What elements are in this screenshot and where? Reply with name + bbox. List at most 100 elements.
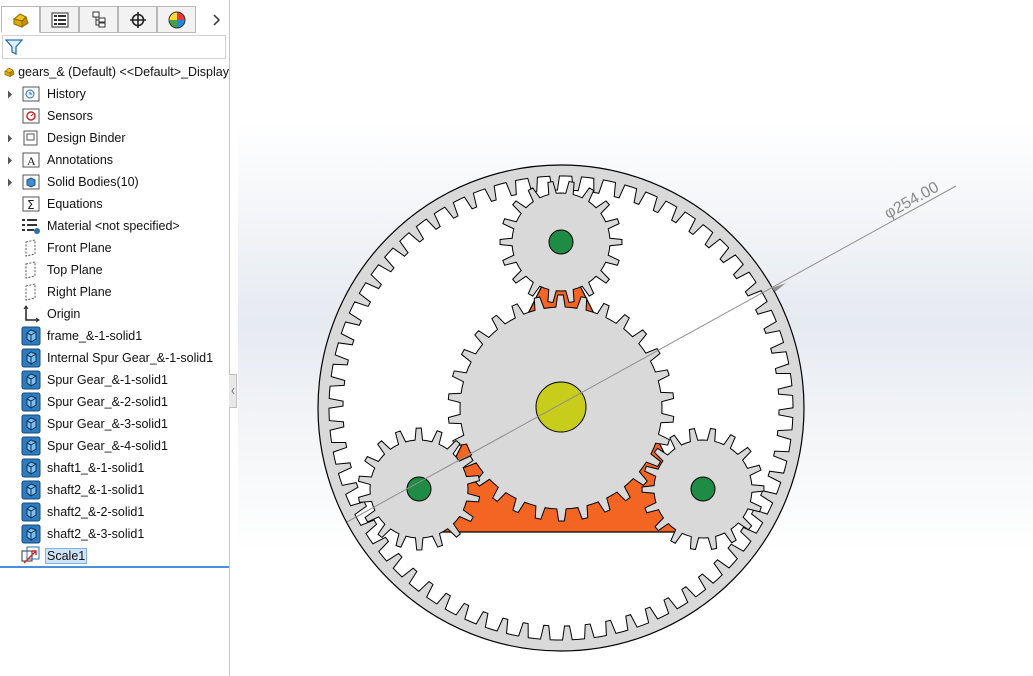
svg-text:A: A <box>27 154 36 168</box>
tree-item[interactable]: Σ Equations <box>0 193 229 215</box>
imported-body-icon <box>20 325 42 347</box>
tree-item[interactable]: Top Plane <box>0 259 229 281</box>
tree-item[interactable]: Design Binder <box>0 127 229 149</box>
dimension-value[interactable]: φ254.00 <box>882 179 942 223</box>
expand-arrow-icon[interactable] <box>0 149 20 171</box>
tree-item-label: Material <not specified> <box>47 219 180 233</box>
imported-body-icon <box>20 369 42 391</box>
dimxpert-icon <box>129 11 146 28</box>
tree-item[interactable]: Spur Gear_&-1-solid1 <box>0 369 229 391</box>
tree-item[interactable]: frame_&-1-solid1 <box>0 325 229 347</box>
tree-item-label: shaft2_&-1-solid1 <box>47 483 145 497</box>
configuration-manager-tab[interactable] <box>79 6 118 33</box>
expand-arrow-icon[interactable] <box>0 127 20 149</box>
tree-item[interactable]: Scale1 <box>0 545 229 567</box>
plane-icon <box>20 259 42 281</box>
tree-item[interactable]: Origin <box>0 303 229 325</box>
tree-item-label: Front Plane <box>47 241 112 255</box>
property-manager-icon <box>51 12 68 27</box>
tree-item-label: shaft2_&-2-solid1 <box>47 505 145 519</box>
imported-body-icon <box>20 347 42 369</box>
expand-arrow-icon[interactable] <box>0 83 20 105</box>
scale-feature-icon <box>20 545 42 567</box>
tree-item[interactable]: Sensors <box>0 105 229 127</box>
tree-item[interactable]: Right Plane <box>0 281 229 303</box>
tree-item-label: History <box>47 87 86 101</box>
tree-item[interactable]: Spur Gear_&-4-solid1 <box>0 435 229 457</box>
solid-bodies-icon <box>20 171 42 193</box>
configuration-manager-icon <box>92 11 105 27</box>
tree-item[interactable]: Material <not specified> <box>0 215 229 237</box>
part-icon <box>4 67 15 78</box>
imported-body-icon <box>20 479 42 501</box>
tree-item-label: Spur Gear_&-3-solid1 <box>47 417 168 431</box>
feature-manager-icon <box>12 12 29 28</box>
tree-item-label: Right Plane <box>47 285 112 299</box>
expand-arrow-icon[interactable] <box>0 171 20 193</box>
tree-item[interactable]: Internal Spur Gear_&-1-solid1 <box>0 347 229 369</box>
tree-item[interactable]: Front Plane <box>0 237 229 259</box>
tree-item[interactable]: Spur Gear_&-3-solid1 <box>0 413 229 435</box>
tree-item-label: Internal Spur Gear_&-1-solid1 <box>47 351 214 365</box>
tree-item[interactable]: Solid Bodies(10) <box>0 171 229 193</box>
feature-manager-tab[interactable] <box>1 6 40 33</box>
tree-item[interactable]: shaft2_&-1-solid1 <box>0 479 229 501</box>
tree-item-label: Equations <box>47 197 103 211</box>
planet-shaft <box>690 476 716 502</box>
tree-item-label: Annotations <box>47 153 114 167</box>
panel-collapse-handle[interactable] <box>229 374 237 408</box>
dimension-arrowhead-icon <box>772 283 786 292</box>
imported-body-icon <box>20 457 42 479</box>
display-manager-icon <box>168 11 185 28</box>
design-binder-icon <box>20 127 42 149</box>
display-manager-tab[interactable] <box>157 6 196 33</box>
tree-item[interactable]: A Annotations <box>0 149 229 171</box>
tree-item-label: Origin <box>47 307 81 321</box>
imported-body-icon <box>20 523 42 545</box>
planetary-gear-model[interactable]: φ254.00 <box>238 0 1033 676</box>
annotations-icon: A <box>20 149 42 171</box>
tree-item[interactable]: shaft2_&-3-solid1 <box>0 523 229 545</box>
imported-body-icon <box>20 435 42 457</box>
tree-item[interactable]: History <box>0 83 229 105</box>
tree-item[interactable]: shaft2_&-2-solid1 <box>0 501 229 523</box>
dimxpert-manager-tab[interactable] <box>118 6 157 33</box>
filter-icon[interactable] <box>4 38 24 61</box>
plane-icon <box>20 237 42 259</box>
rollback-bar[interactable] <box>0 566 229 568</box>
manager-tab-bar <box>0 6 229 33</box>
tree-item[interactable]: Spur Gear_&-2-solid1 <box>0 391 229 413</box>
tree-item[interactable]: shaft1_&-1-solid1 <box>0 457 229 479</box>
imported-body-icon <box>20 501 42 523</box>
property-manager-tab[interactable] <box>40 6 79 33</box>
tree-item-label: Design Binder <box>47 131 126 145</box>
tree-item-label: frame_&-1-solid1 <box>47 329 143 343</box>
part-root-node[interactable]: gears_& (Default) <<Default>_Display <box>0 61 229 83</box>
feature-tree-filter[interactable] <box>2 35 226 59</box>
tab-overflow-chevron-icon[interactable] <box>203 6 229 33</box>
graphics-area[interactable]: φ254.00 <box>238 0 1033 676</box>
tree-item-label: shaft2_&-3-solid1 <box>47 527 145 541</box>
planet-shaft <box>406 476 432 502</box>
imported-body-icon <box>20 391 42 413</box>
origin-icon <box>20 303 42 325</box>
part-root-label: gears_& (Default) <<Default>_Display <box>18 65 229 79</box>
sensors-icon <box>20 105 42 127</box>
equations-icon: Σ <box>20 193 42 215</box>
feature-manager-panel: gears_& (Default) <<Default>_Display His… <box>0 0 230 676</box>
tree-item-label: Spur Gear_&-4-solid1 <box>47 439 168 453</box>
tree-item-label: shaft1_&-1-solid1 <box>47 461 145 475</box>
tree-item-label: Top Plane <box>47 263 103 277</box>
